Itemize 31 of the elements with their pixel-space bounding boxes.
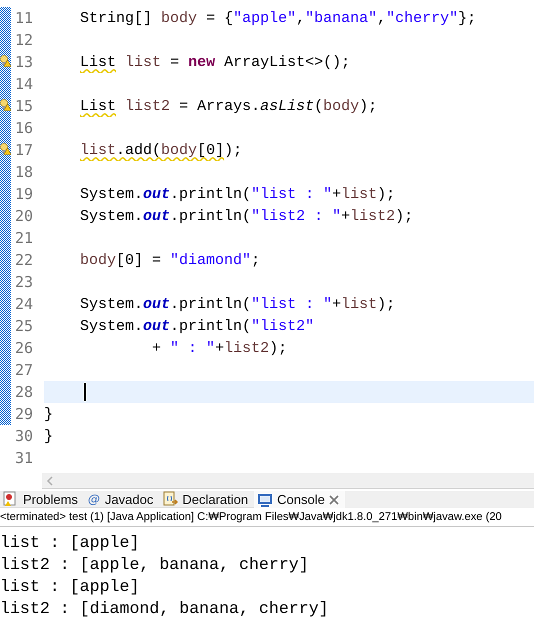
code-line: List list = new ArrayList<>(); — [79, 54, 350, 70]
chevron-left-icon[interactable] — [46, 476, 53, 486]
code-line: List list2 = Arrays.asList(body); — [79, 98, 378, 114]
tab-label: Declaration — [182, 492, 248, 506]
console-output-line: list : [apple] — [0, 532, 140, 554]
monitor-icon — [257, 492, 274, 508]
code-line: } — [44, 428, 54, 444]
view-tab[interactable]: Declaration — [159, 491, 254, 508]
close-icon[interactable] — [328, 494, 339, 504]
horizontal-scrollbar[interactable] — [42, 473, 534, 489]
code-line: System.out.println("list2" — [79, 318, 314, 334]
code-line: } — [44, 406, 54, 422]
console-status: <terminated> test (1) [Java Application] C:₩Program Files₩Java₩jdk1.8.0_271₩bin₩javaw.exe (20 — [0, 508, 534, 527]
code-line: System.out.println("list2 : "+list2); — [79, 208, 414, 224]
code-line: System.out.println("list : "+list); — [79, 186, 396, 202]
tab-label: Problems — [23, 492, 78, 506]
console-output-line: list : [apple] — [0, 576, 140, 598]
console-output-line: list2 : [diamond, banana, cherry] — [0, 598, 330, 620]
at-sign-icon: @ — [86, 492, 101, 506]
declaration-icon — [162, 491, 178, 507]
code-line: + " : "+list2); — [151, 340, 288, 356]
tab-label: Console — [277, 492, 325, 507]
code-line: System.out.println("list : "+list); — [79, 296, 396, 312]
code-line: list.add(body[0]); — [79, 142, 242, 158]
code-line: body[0] = "diamond"; — [79, 252, 260, 268]
view-tab[interactable]: Problems — [0, 491, 84, 508]
view-tab[interactable]: Console — [254, 491, 345, 508]
code-line: String[] body = {"apple","banana","cherry"}; — [79, 10, 476, 26]
text-cursor — [84, 383, 86, 401]
console-output-line: list2 : [apple, banana, cherry] — [0, 554, 310, 576]
tab-label: Javadoc — [104, 492, 154, 506]
